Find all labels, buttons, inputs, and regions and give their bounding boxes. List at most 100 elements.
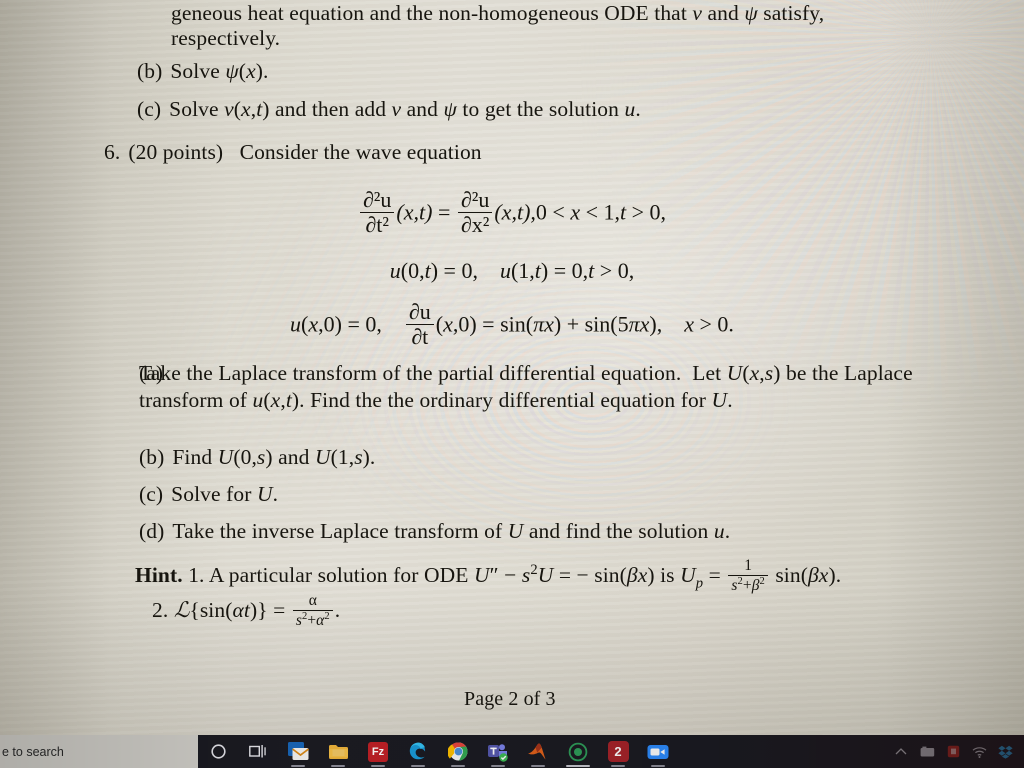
mail-icon[interactable] [278, 735, 318, 768]
mail-glyph [287, 742, 309, 760]
edge-glyph [409, 742, 425, 760]
hint-line-1: Hint. 1. A particular solution for ODE U… [135, 557, 841, 597]
hint-2-frac-denominator: s2+α2 [292, 609, 333, 630]
problem-points: (20 points) [128, 140, 224, 164]
item-c: (c) Solve for U. [139, 481, 278, 508]
ic-velocity-numerator: ∂u [408, 299, 431, 324]
equation-boundary-conditions: u(0,t) = 0, u(1,t) = 0,t > 0, [0, 258, 1024, 284]
matlab-glyph [528, 743, 546, 759]
app-red-two-icon[interactable]: 2 [598, 735, 638, 768]
prev-item-b-label: (b) [137, 59, 163, 83]
ic-velocity-args: (x,0) [435, 311, 477, 337]
filezilla-icon[interactable]: Fz [358, 735, 398, 768]
folder-glyph [328, 744, 348, 759]
teams-icon[interactable] [478, 735, 518, 768]
pde-rhs-numerator: ∂²u [460, 187, 490, 212]
hint-1-frac-numerator: 1 [744, 557, 753, 575]
item-b-label: (b) [139, 445, 165, 469]
taskbar-search-input[interactable]: e to search [0, 735, 198, 768]
hint-1-number: 1. [188, 563, 205, 588]
hint-2-number: 2. [152, 598, 169, 623]
hint-2-equals: = [273, 598, 286, 623]
bc-right: u(1,t) = 0,t > 0, [499, 258, 635, 283]
tray-red-glyph [947, 745, 959, 758]
cortana-icon[interactable] [198, 735, 238, 768]
hint-heading: Hint. [135, 563, 183, 588]
network-icon[interactable] [966, 735, 992, 768]
filezilla-letters: Fz [371, 745, 385, 758]
tray-red-app-icon[interactable] [940, 735, 966, 768]
system-tray [888, 735, 1024, 768]
bc-left: u(0,t) = 0, [389, 258, 478, 283]
hint-2-fraction: α s2+α2 [292, 592, 333, 630]
exam-text-content: geneous heat equation and the non-homoge… [0, 0, 1024, 735]
zoom-icon[interactable] [638, 735, 678, 768]
red-two-letter: 2 [614, 744, 622, 759]
equation-pde: ∂²u ∂t² (x,t) = ∂²u ∂x² (x,t),0 < x < 1,… [0, 188, 1024, 237]
pde-rhs-args: (x,t), [494, 199, 536, 225]
ic-velocity-denominator: ∂t [405, 323, 434, 349]
hint-1-fraction: 1 s2+β2 [728, 557, 768, 595]
item-a: (a) Take the Laplace transform of the pa… [139, 360, 949, 412]
screenshot-root: geneous heat equation and the non-homoge… [0, 0, 1024, 768]
problem-6-heading: 6. (20 points) Consider the wave equatio… [104, 139, 482, 166]
ic-velocity-fraction: ∂u ∂t [405, 299, 434, 349]
windows-taskbar: e to search Fz 2 [0, 735, 1024, 768]
ic-equals: = [482, 311, 495, 337]
show-hidden-icons-chevron-icon[interactable] [888, 735, 914, 768]
hint-line-2: 2. ℒ{sin(αt)} = α s2+α2 . [152, 592, 341, 630]
hint-1-equals: = [708, 563, 721, 588]
chevron-up-glyph [895, 748, 907, 755]
item-c-text: Solve for U. [171, 482, 279, 506]
pde-lhs-numerator: ∂²u [362, 187, 392, 212]
pde-domain: 0 < x < 1,t > 0, [535, 199, 667, 225]
filezilla-glyph: Fz [368, 741, 388, 762]
pde-rhs-denominator: ∂x² [457, 211, 493, 237]
hint-1-solution: Up [680, 563, 704, 592]
ic-domain: x > 0. [684, 311, 734, 337]
item-c-label: (c) [139, 482, 164, 506]
dropbox-icon[interactable] [992, 735, 1018, 768]
continuation-line-2: respectively. [171, 26, 281, 50]
app-green-circle-icon[interactable] [558, 735, 598, 768]
pde-lhs-fraction: ∂²u ∂t² [359, 187, 395, 237]
wifi-glyph [972, 746, 986, 758]
matlab-icon[interactable] [518, 735, 558, 768]
prev-item-c: (c) Solve v(x,t) and then add v and ψ to… [137, 96, 641, 123]
prev-item-c-text: Solve v(x,t) and then add v and ψ to get… [169, 97, 641, 121]
item-a-text: Take the Laplace transform of the partia… [139, 361, 913, 412]
problem-heading-text: (20 points) Consider the wave equation [128, 139, 481, 166]
hint-2-frac-numerator: α [308, 592, 317, 609]
item-d: (d) Take the inverse Laplace transform o… [139, 518, 730, 545]
file-explorer-icon[interactable] [318, 735, 358, 768]
page-footer: Page 2 of 3 [464, 688, 556, 710]
problem-number: 6. [104, 140, 121, 164]
prev-item-b: (b) Solve ψ(x). [137, 58, 268, 85]
item-b: (b) Find U(0,s) and U(1,s). [139, 444, 375, 471]
prev-item-b-text: Solve ψ(x). [170, 59, 269, 83]
hint-1-ode: U″ − s2U = − sin(βx) [473, 562, 655, 588]
red-two-glyph: 2 [607, 741, 629, 762]
edge-icon[interactable] [398, 735, 438, 768]
tray-app-icon[interactable] [914, 735, 940, 768]
task-view-glyph [249, 745, 266, 758]
ic-rhs: sin(πx) + sin(5πx), [500, 311, 663, 337]
hint-2-transform: ℒ{sin(αt)} [173, 598, 268, 623]
chrome-glyph [447, 742, 467, 761]
hint-1-is: is [660, 563, 675, 588]
hint-1-frac-denominator: s2+β2 [728, 574, 768, 595]
task-view-icon[interactable] [238, 735, 278, 768]
chrome-icon[interactable] [438, 735, 478, 768]
hint-1-text: A particular solution for ODE [208, 563, 469, 588]
tray-app-glyph [920, 746, 934, 756]
video-camera-glyph [647, 744, 669, 759]
cortana-circle-glyph [210, 744, 226, 759]
item-b-text: Find U(0,s) and U(1,s). [172, 445, 376, 469]
pde-relation: = [437, 199, 451, 225]
continuation-line-1: geneous heat equation and the non-homoge… [171, 1, 825, 25]
pde-lhs-args: (x,t) [396, 199, 433, 225]
hint-2-tail: . [334, 598, 341, 623]
ic-displacement: u(x,0) = 0, [290, 311, 382, 337]
equation-initial-conditions: u(x,0) = 0, ∂u ∂t (x,0) = sin(πx) + sin(… [0, 300, 1024, 349]
green-circle-glyph [568, 742, 588, 761]
